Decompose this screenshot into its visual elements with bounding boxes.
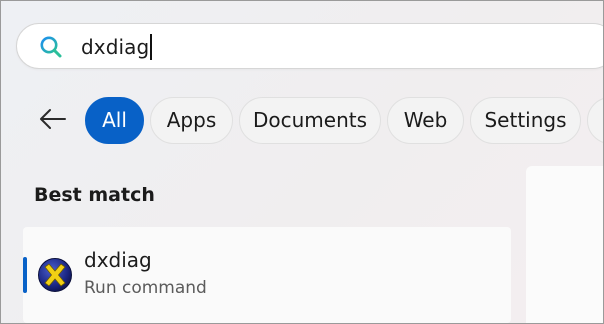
- best-match-result[interactable]: dxdiag Run command: [23, 227, 511, 323]
- tab-documents[interactable]: Documents: [239, 97, 381, 144]
- tab-settings[interactable]: Settings: [470, 97, 581, 144]
- search-icon: [39, 35, 63, 59]
- back-button[interactable]: [37, 105, 69, 137]
- selection-indicator: [23, 257, 27, 293]
- search-input[interactable]: dxdiag: [81, 33, 153, 61]
- tab-more[interactable]: [587, 97, 603, 144]
- search-query-text: dxdiag: [81, 35, 150, 59]
- tab-all[interactable]: All: [85, 97, 144, 144]
- search-box[interactable]: dxdiag: [16, 23, 603, 69]
- tab-apps[interactable]: Apps: [150, 97, 233, 144]
- result-title: dxdiag: [84, 248, 152, 272]
- text-caret: [150, 34, 153, 60]
- preview-pane: [526, 166, 603, 323]
- result-subtitle: Run command: [84, 278, 207, 298]
- search-panel: dxdiag All Apps Documents Web Settings B…: [0, 0, 604, 324]
- tab-web[interactable]: Web: [387, 97, 464, 144]
- dxdiag-app-icon: [37, 257, 73, 293]
- back-arrow-icon: [39, 108, 67, 134]
- section-title-best-match: Best match: [34, 184, 155, 206]
